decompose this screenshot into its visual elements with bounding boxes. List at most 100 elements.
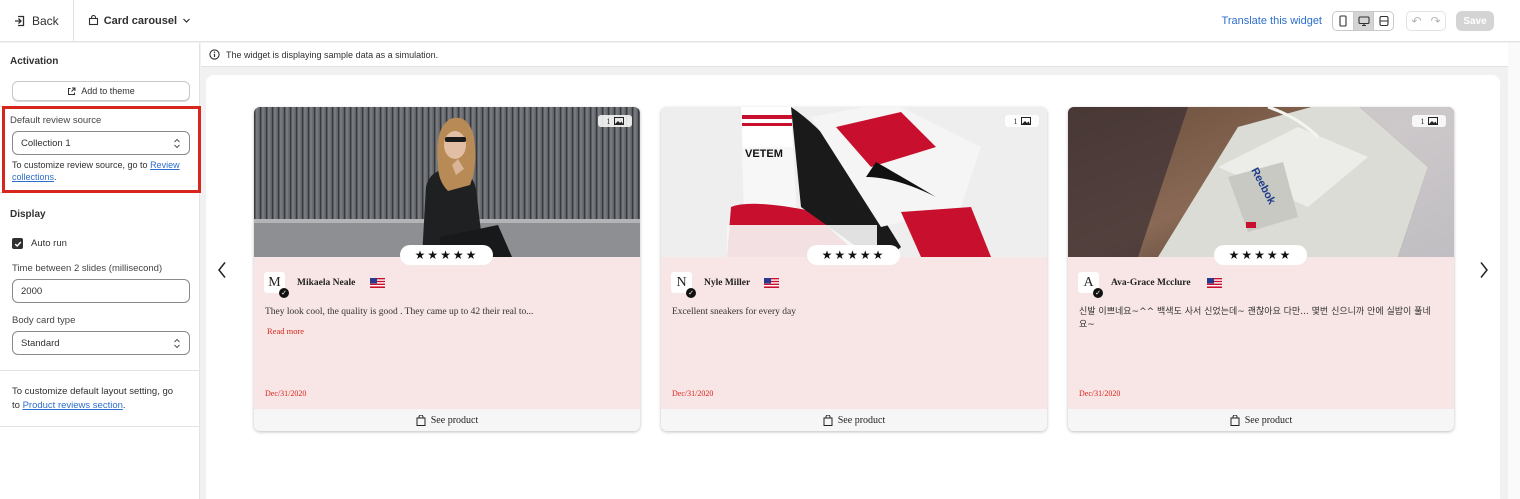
review-photo[interactable]: Reebok: [1068, 107, 1454, 257]
see-product-label: See product: [837, 414, 886, 426]
auto-run-option: Auto run: [12, 238, 189, 249]
redo-button[interactable]: ↷: [1426, 12, 1445, 30]
display-title: Display: [10, 209, 46, 220]
shopping-bag-icon: [823, 414, 833, 426]
checkmark-icon: [14, 241, 21, 247]
translate-widget-link[interactable]: Translate this widget: [1222, 15, 1322, 27]
layout-note-section: To customize default layout setting, go t…: [0, 371, 199, 427]
chevron-down-icon: [183, 18, 190, 23]
undo-icon: ↶: [1411, 14, 1422, 28]
review-source-section: Default review source Collection 1 To cu…: [0, 107, 199, 193]
undo-redo-group: ↶ ↷: [1406, 11, 1446, 31]
widget-type-dropdown[interactable]: Card carousel: [74, 15, 205, 27]
review-text: 신발 이쁘네요~^^ 백색도 사서 신었는데~ 괜찮아요 다만... 몇번 신으…: [1079, 307, 1431, 330]
add-to-theme-button[interactable]: Add to theme: [12, 81, 190, 101]
photo-count: 1: [1420, 116, 1425, 126]
review-date: Dec/31/2020: [265, 389, 307, 398]
shopping-bag-icon: [1230, 414, 1240, 426]
review-date: Dec/31/2020: [672, 389, 714, 398]
review-source-note-text: To customize review source, go to: [12, 160, 151, 170]
carousel-prev-button[interactable]: [214, 258, 230, 282]
review-card[interactable]: 1 ★★★★★ M ✓ Mikaela Neale They look cool…: [254, 107, 640, 431]
layout-note: To customize default layout setting, go t…: [12, 371, 189, 413]
star-rating: ★★★★★: [400, 245, 493, 265]
simulation-info-text: The widget is displaying sample data as …: [226, 49, 439, 60]
time-between-input[interactable]: 2000: [12, 279, 190, 303]
desktop-icon: [1357, 16, 1370, 27]
chevron-left-icon: [218, 262, 226, 278]
info-icon: [209, 49, 220, 60]
review-card[interactable]: VETEM 1 ★★★★★ N ✓ Nyle Miller Excellent …: [661, 107, 1047, 431]
verified-icon: ✓: [1093, 288, 1103, 298]
body-card-type-select[interactable]: Standard: [12, 331, 190, 355]
device-preview-group: [1332, 11, 1394, 31]
chevron-right-icon: [1480, 262, 1488, 278]
page-scrollbar[interactable]: [1508, 43, 1520, 499]
see-product-button[interactable]: See product: [254, 409, 640, 431]
reviewer-name: Ava-Grace Mcclure: [1111, 278, 1191, 288]
layout-note-line1: To customize default layout setting, go: [12, 386, 174, 397]
fullscreen-preview-button[interactable]: [1373, 12, 1393, 30]
review-text: Excellent sneakers for every day: [672, 307, 796, 317]
layout-icon: [1378, 15, 1389, 27]
image-icon: [1427, 117, 1438, 125]
select-arrows-icon: [174, 338, 180, 348]
body-card-type-label: Body card type: [12, 315, 76, 326]
sock-brand-text: VETEM: [745, 148, 783, 160]
review-date: Dec/31/2020: [1079, 389, 1121, 398]
layout-note-suffix: .: [122, 400, 126, 411]
verified-icon: ✓: [686, 288, 696, 298]
time-between-label: Time between 2 slides (millisecond): [12, 263, 163, 274]
bag-icon: [88, 15, 98, 26]
reviewer-name: Mikaela Neale: [297, 278, 356, 288]
review-source-note: To customize review source, go to Review…: [12, 159, 189, 183]
select-arrows-icon: [174, 138, 180, 148]
back-button[interactable]: Back: [0, 0, 74, 42]
top-bar: Back Card carousel Translate this widget…: [0, 0, 1520, 42]
shopping-bag-icon: [416, 414, 426, 426]
see-product-button[interactable]: See product: [1068, 409, 1454, 431]
auto-run-checkbox[interactable]: [12, 238, 23, 249]
review-collections-link-cont[interactable]: collections: [12, 172, 54, 182]
photo-count-badge: 1: [1005, 115, 1039, 127]
review-text: They look cool, the quality is good . Th…: [265, 307, 534, 317]
exit-icon: [15, 15, 25, 26]
photo-count-badge: 1: [1412, 115, 1446, 127]
star-rating: ★★★★★: [807, 245, 900, 265]
mobile-preview-button[interactable]: [1333, 12, 1353, 30]
widget-type-label: Card carousel: [103, 14, 178, 27]
us-flag-icon: [370, 278, 385, 288]
review-source-select[interactable]: Collection 1: [12, 131, 190, 155]
photo-count-badge: 1: [598, 115, 632, 127]
us-flag-icon: [764, 278, 779, 288]
photo-count: 1: [606, 116, 611, 126]
carousel-next-button[interactable]: [1476, 258, 1492, 282]
settings-sidebar: Activation Add to theme Default review s…: [0, 43, 200, 499]
review-source-label: Default review source: [10, 115, 102, 126]
simulation-info-bar: The widget is displaying sample data as …: [201, 43, 1508, 67]
read-more-link[interactable]: Read more: [267, 326, 304, 336]
review-source-value: Collection 1: [21, 137, 71, 149]
activation-section: Activation Add to theme: [0, 43, 199, 107]
desktop-preview-button[interactable]: [1353, 12, 1373, 30]
product-reviews-section-link[interactable]: Product reviews section: [23, 400, 123, 411]
reviewer-name: Nyle Miller: [704, 278, 751, 288]
review-collections-link[interactable]: Review: [150, 160, 180, 170]
add-to-theme-label: Add to theme: [81, 86, 135, 96]
review-photo[interactable]: VETEM: [661, 107, 1047, 257]
layout-note-to: to: [12, 400, 23, 411]
review-card[interactable]: Reebok 1 ★★★★★ A ✓ Ava-Grace Mcclure 신발 …: [1068, 107, 1454, 431]
activation-title: Activation: [10, 56, 59, 67]
time-between-value: 2000: [21, 285, 43, 297]
see-product-label: See product: [1244, 414, 1293, 426]
review-photo[interactable]: [254, 107, 640, 257]
star-rating: ★★★★★: [1214, 245, 1307, 265]
see-product-button[interactable]: See product: [661, 409, 1047, 431]
save-button[interactable]: Save: [1456, 11, 1494, 31]
undo-button[interactable]: ↶: [1407, 12, 1426, 30]
photo-count: 1: [1013, 116, 1018, 126]
body-card-type-value: Standard: [21, 337, 60, 349]
image-icon: [613, 117, 624, 125]
verified-icon: ✓: [279, 288, 289, 298]
external-link-icon: [68, 87, 76, 95]
